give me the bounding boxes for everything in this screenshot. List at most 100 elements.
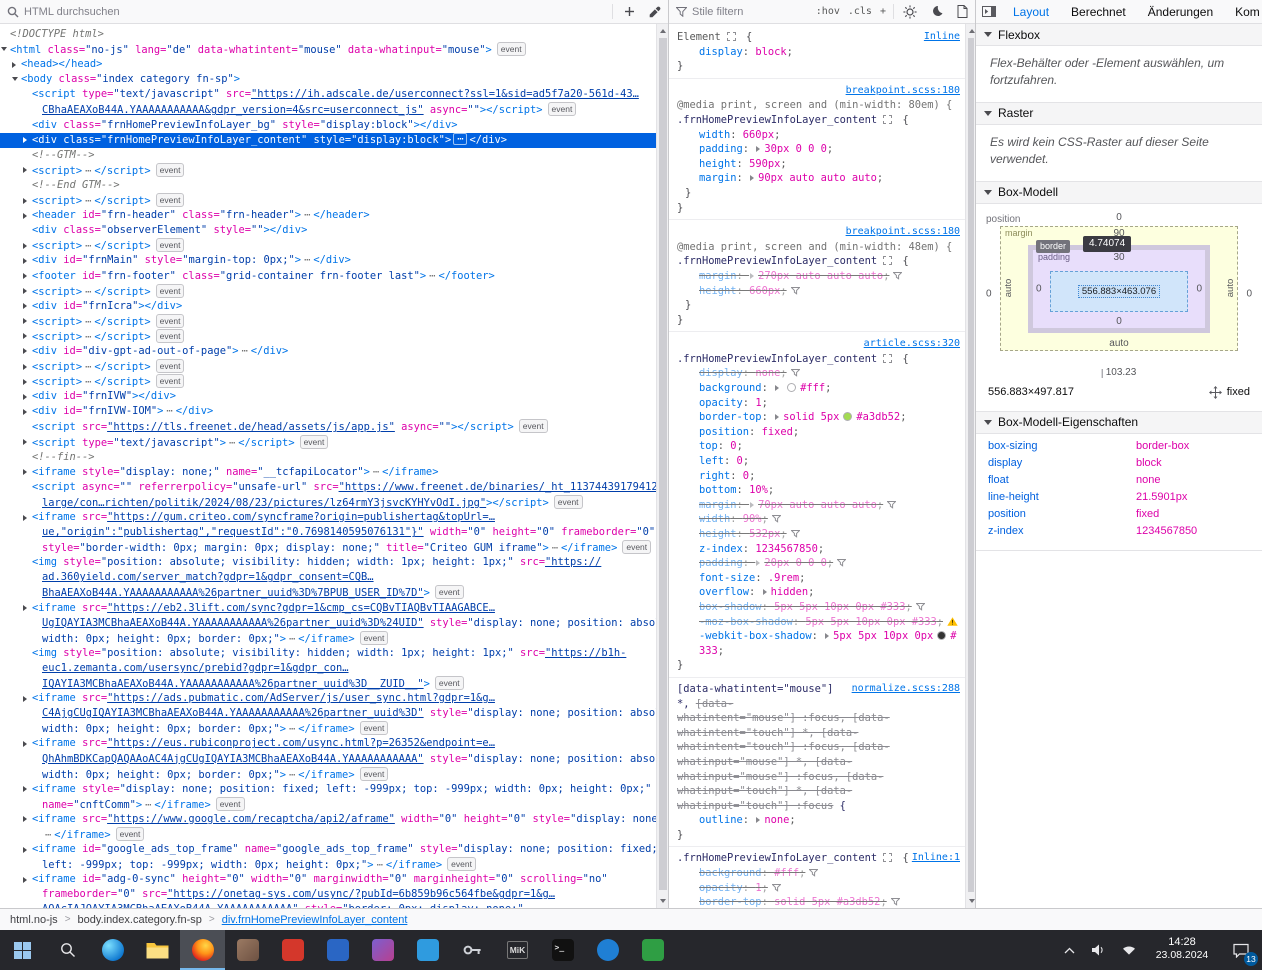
property-value[interactable]: #fff <box>774 867 799 879</box>
css-declaration[interactable]: opacity: 1; <box>677 881 960 896</box>
markup-node[interactable]: <!--fin--> <box>0 450 656 465</box>
children-ellipsis[interactable]: ⋯ <box>82 375 94 389</box>
margin-left-value[interactable]: auto <box>1003 279 1014 298</box>
css-declaration[interactable]: opacity: 1; <box>677 396 960 411</box>
children-ellipsis[interactable]: ⋯ <box>82 330 94 344</box>
css-declaration[interactable]: border-top: solid 5px #a3db52; <box>677 895 960 908</box>
markup-node[interactable]: <script src="https://tls.freenet.de/head… <box>0 419 656 434</box>
markup-node[interactable]: <head></head> <box>0 57 656 72</box>
property-name[interactable]: position <box>699 426 749 438</box>
event-badge[interactable]: event <box>155 283 185 298</box>
color-swatch[interactable] <box>937 631 947 641</box>
markup-node[interactable]: <script> ⋯ </script> event <box>0 328 656 344</box>
property-name[interactable]: background <box>699 382 762 394</box>
rule-selector[interactable]: whatinput="mouse"] *, [data- <box>677 755 960 770</box>
overridden-filter-icon[interactable] <box>892 271 904 280</box>
markup-node[interactable]: <script> ⋯ </script> event <box>0 283 656 299</box>
overridden-filter-icon[interactable] <box>789 369 801 378</box>
property-name[interactable]: height <box>699 285 737 297</box>
computed-property-row[interactable]: display block <box>976 455 1262 472</box>
markup-node[interactable]: <iframe style="display: none; position: … <box>0 782 656 797</box>
expander-icon[interactable] <box>775 414 780 421</box>
property-value[interactable]: 90px auto auto auto <box>758 172 877 184</box>
overridden-filter-icon[interactable] <box>789 530 801 538</box>
eyedropper-button[interactable] <box>642 0 668 23</box>
expander-icon[interactable] <box>756 560 761 567</box>
expand-toggle-icon[interactable] <box>23 876 27 883</box>
markup-node[interactable]: C4AjgCUgIQAYIA3MCBhaAEAXoB44A.YAAAAAAAAA… <box>0 706 656 721</box>
taskbar-app-4[interactable] <box>225 930 270 970</box>
markup-node[interactable]: <script> ⋯ </script> event <box>0 238 656 253</box>
taskbar-app-firefox[interactable] <box>180 930 225 970</box>
taskbar-app-14[interactable] <box>630 930 675 970</box>
scroll-up-arrow[interactable] <box>657 25 668 37</box>
markup-node[interactable]: <script> ⋯ </script> event <box>0 193 656 208</box>
event-badge[interactable]: event <box>359 630 389 645</box>
expand-toggle-icon[interactable] <box>23 212 27 219</box>
property-value[interactable]: 5px 5px 10px 0px #333 <box>774 601 905 613</box>
chevron-down-icon[interactable] <box>984 32 992 37</box>
margin-box[interactable]: margin 90 auto auto auto border 4.74074 … <box>1000 225 1238 351</box>
padding-right-value[interactable]: 0 <box>1196 283 1202 294</box>
property-value[interactable]: 660px <box>749 285 780 297</box>
property-name[interactable]: height <box>699 158 737 170</box>
event-badge[interactable]: event <box>518 419 548 434</box>
markup-node[interactable]: IQAYIA3MCBhaAEAXoB44A.YAAAAAAAAAAA%26par… <box>0 676 656 691</box>
rule-source-link[interactable]: normalize.scss:288 <box>852 682 960 697</box>
sidebar-tab-kom[interactable]: Kom <box>1224 0 1262 23</box>
css-declaration[interactable]: display: block; <box>677 45 960 60</box>
position-right-value[interactable]: 0 <box>1246 288 1252 299</box>
children-ellipsis[interactable]: ⋯ <box>42 828 54 842</box>
event-badge[interactable]: event <box>155 328 185 343</box>
property-value[interactable]: solid 5px #a3db52 <box>774 896 880 908</box>
markup-node[interactable]: <iframe id="google_ads_top_frame" name="… <box>0 842 656 857</box>
markup-node[interactable]: <body class="index category fn-sp"> <box>0 72 656 87</box>
position-top-value[interactable]: 0 <box>1116 212 1122 223</box>
property-name[interactable]: right <box>699 470 730 482</box>
markup-node[interactable]: BhaAEAXoB44A.YAAAAAAAAAAA%26partner_uuid… <box>0 585 656 600</box>
markup-node[interactable]: <div id="frnIVW"></div> <box>0 389 656 404</box>
position-left-value[interactable]: 0 <box>986 288 992 299</box>
tray-chevron-button[interactable] <box>1054 930 1084 970</box>
event-badge[interactable]: event <box>434 585 464 600</box>
sidebar-tab-berechnet[interactable]: Berechnet <box>1060 0 1137 23</box>
expand-toggle-icon[interactable] <box>23 378 27 385</box>
taskbar-app-7[interactable] <box>360 930 405 970</box>
padding-top-value[interactable]: 30 <box>1113 252 1124 263</box>
markup-node[interactable]: <script> ⋯ </script> event <box>0 162 656 178</box>
property-value[interactable]: 90% <box>743 513 762 525</box>
margin-bottom-value[interactable]: auto <box>1109 338 1128 349</box>
css-declaration[interactable]: bottom: 10%; <box>677 483 960 498</box>
css-declaration[interactable]: box-shadow: 5px 5px 10px 0px #333; <box>677 600 960 615</box>
overridden-filter-icon[interactable] <box>836 559 847 567</box>
property-name[interactable]: -moz-box-shadow <box>699 616 793 628</box>
overridden-filter-icon[interactable] <box>808 869 820 877</box>
overridden-filter-icon[interactable] <box>771 515 782 524</box>
expand-toggle-icon[interactable] <box>23 695 27 702</box>
css-declaration[interactable]: height: 532px; <box>677 527 960 542</box>
css-declaration[interactable]: height: 590px; <box>677 157 960 172</box>
chevron-down-icon[interactable] <box>984 110 992 116</box>
breadcrumb-item[interactable]: div.frnHomePreviewInfoLayer_content <box>222 914 408 926</box>
expand-toggle-icon[interactable] <box>12 61 16 68</box>
css-declaration[interactable]: margin: 90px auto auto auto; <box>677 171 960 186</box>
property-name[interactable]: font-size <box>699 572 755 584</box>
taskbar-app-keys[interactable] <box>450 930 495 970</box>
breadcrumb-item[interactable]: body.index.category.fn-sp <box>78 914 202 926</box>
expander-icon[interactable] <box>762 589 767 596</box>
property-value[interactable]: 590px <box>749 158 780 170</box>
markup-node[interactable]: <iframe src="https://gum.criteo.com/sync… <box>0 510 656 525</box>
markup-node[interactable]: style="border-width: 0px; margin: 0px; d… <box>0 540 656 555</box>
children-ellipsis[interactable]: ⋯ <box>82 194 94 208</box>
taskbar-app-miktex[interactable]: MiK <box>495 930 540 970</box>
dark-scheme-button[interactable] <box>923 0 949 23</box>
boxmodel-properties-header[interactable]: Box-Modell-Eigenschaften <box>976 411 1262 434</box>
expand-toggle-icon[interactable] <box>23 167 27 174</box>
css-declaration[interactable]: outline: none; <box>677 813 960 828</box>
tray-volume-button[interactable] <box>1084 930 1114 970</box>
property-name[interactable]: padding <box>699 143 743 155</box>
children-ellipsis[interactable]: ⋯ <box>142 798 154 812</box>
children-ellipsis[interactable]: ⋯ <box>286 768 298 782</box>
rule-selector[interactable]: .frnHomePreviewInfoLayer_content { <box>677 254 960 269</box>
markup-node[interactable]: <div id="div-gpt-ad-out-of-page"> ⋯ </div> <box>0 344 656 359</box>
